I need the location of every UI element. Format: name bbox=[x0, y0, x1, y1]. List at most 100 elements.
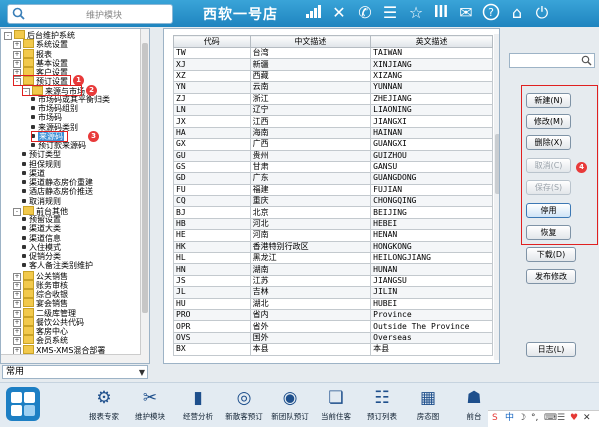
table-row[interactable]: HN 湖南 HUNAN bbox=[173, 263, 493, 276]
table-row[interactable]: GD 广东 GUANGDONG bbox=[173, 172, 493, 185]
tray-icon[interactable]: ✕ bbox=[583, 412, 591, 425]
room-status-icon: ▦ bbox=[419, 388, 437, 408]
cell-english-desc: Province bbox=[370, 308, 493, 322]
tree-item-label: 入住模式 bbox=[29, 242, 61, 252]
table-row[interactable]: ZJ 浙江 ZHEJIANG bbox=[173, 92, 493, 105]
table-row[interactable]: HL 黑龙江 HEILONGJIANG bbox=[173, 252, 493, 265]
table-search-input[interactable] bbox=[509, 53, 595, 68]
cell-code: JS bbox=[173, 274, 251, 288]
tree-item-label: 酒店静态房价推送 bbox=[29, 187, 93, 197]
download-button[interactable]: 下载(D) bbox=[526, 247, 576, 262]
chevron-down-icon[interactable]: ▼ bbox=[139, 367, 145, 379]
navigation-tree[interactable]: - 后台维护系统 + 系统设置 + 报表 + 基本设置 + 客户设置 - 预订设置 - 来源与市场 市场码或… bbox=[0, 28, 150, 364]
tools-icon[interactable]: ✕ bbox=[329, 3, 349, 23]
bottom-nav-item[interactable]: ◉ 新团队预订 bbox=[265, 385, 315, 425]
table-row[interactable]: OVS 国外 Overseas bbox=[173, 331, 493, 345]
table-row[interactable]: GS 甘肃 GANSU bbox=[173, 160, 493, 174]
favorites-dropdown[interactable]: 常用 ▼ bbox=[2, 365, 148, 379]
column-header-code[interactable]: 代码 bbox=[173, 35, 251, 48]
phone-icon[interactable]: ✆ bbox=[355, 3, 375, 23]
cell-english-desc: GUANGDONG bbox=[370, 172, 493, 185]
table-row[interactable]: BJ 北京 BEIJING bbox=[173, 206, 493, 219]
table-row[interactable]: JX 江西 JIANGXI bbox=[173, 115, 493, 128]
cancel-button[interactable]: 取消(C) bbox=[526, 158, 571, 173]
table-row[interactable]: BX 本县 本县 bbox=[173, 343, 493, 356]
table-row[interactable]: XJ 新疆 XINJIANG bbox=[173, 58, 493, 71]
table-row[interactable]: OPR 省外 Outside The Province bbox=[173, 320, 493, 333]
bottom-nav-item[interactable]: ✂ 维护模块 bbox=[125, 385, 175, 425]
cell-chinese-desc: 北京 bbox=[249, 206, 372, 219]
table-row[interactable]: HK 香港特别行政区 HONGKONG bbox=[173, 240, 493, 254]
table-row[interactable]: GU 贵州 GUIZHOU bbox=[173, 149, 493, 162]
table-row[interactable]: PRO 省内 Province bbox=[173, 308, 493, 322]
table-row[interactable]: FU 福建 FUJIAN bbox=[173, 183, 493, 197]
leaf-icon bbox=[22, 254, 26, 258]
group-booking-icon: ◉ bbox=[282, 388, 298, 408]
tray-icon[interactable]: ☽ bbox=[518, 412, 526, 425]
scrollbar-thumb[interactable] bbox=[495, 134, 499, 194]
column-header-chinese-desc[interactable]: 中文描述 bbox=[249, 35, 372, 48]
bottom-nav-item[interactable]: ▮ 经营分析 bbox=[173, 385, 223, 425]
disable-button[interactable]: 停用 bbox=[526, 203, 571, 218]
leaf-icon bbox=[22, 263, 26, 268]
bottom-nav-item[interactable]: ⚙ 报表专家 bbox=[79, 385, 129, 425]
table-row[interactable]: LN 辽宁 LIAONING bbox=[173, 103, 493, 117]
table-row[interactable]: HE 河南 HENAN bbox=[173, 229, 493, 242]
signal-icon[interactable] bbox=[304, 3, 324, 23]
table-row[interactable]: JS 江苏 JIANGSU bbox=[173, 274, 493, 288]
cell-code: OPR bbox=[173, 320, 251, 333]
tray-icon[interactable]: ☰ bbox=[557, 412, 565, 425]
home-icon[interactable]: ⌂ bbox=[507, 3, 527, 23]
tray-icon[interactable]: ♥ bbox=[570, 412, 578, 425]
cell-english-desc: FUJIAN bbox=[370, 183, 493, 197]
bottom-nav-item[interactable]: ☷ 预订列表 bbox=[357, 385, 407, 425]
collapse-icon[interactable]: - bbox=[4, 32, 12, 40]
power-icon[interactable]: ⏻ bbox=[532, 3, 552, 23]
column-header-english-desc[interactable]: 英文描述 bbox=[370, 35, 493, 48]
table-row[interactable]: HU 湖北 HUBEI bbox=[173, 297, 493, 311]
module-search-box[interactable]: 维护模块 bbox=[7, 4, 173, 24]
leaf-icon bbox=[22, 189, 26, 194]
table-scrollbar[interactable] bbox=[494, 34, 499, 360]
star-icon[interactable]: ☆ bbox=[406, 3, 426, 23]
table-row[interactable]: XZ 西藏 XIZANG bbox=[173, 69, 493, 83]
folder-icon bbox=[23, 326, 34, 335]
table-row[interactable]: JL 吉林 JILIN bbox=[173, 286, 493, 299]
delete-button[interactable]: 删除(X) bbox=[526, 135, 571, 150]
table-row[interactable]: TW 台湾 TAIWAN bbox=[173, 46, 493, 60]
table-row[interactable]: HB 河北 HEBEI bbox=[173, 217, 493, 231]
leaf-icon bbox=[22, 235, 26, 240]
cell-english-desc: CHONGQING bbox=[370, 195, 493, 208]
save-button[interactable]: 保存(S) bbox=[526, 180, 571, 195]
table-row[interactable]: YN 云南 YUNNAN bbox=[173, 81, 493, 94]
bottom-nav-item[interactable]: ❏ 当前住客 bbox=[311, 385, 361, 425]
cell-english-desc: HEBEI bbox=[370, 217, 493, 231]
cell-chinese-desc: 吉林 bbox=[249, 286, 372, 299]
new-button[interactable]: 新建(N) bbox=[526, 93, 571, 108]
collapse-icon[interactable]: - bbox=[13, 207, 21, 216]
tray-icon[interactable]: °, bbox=[531, 412, 538, 425]
tray-icon[interactable]: 中 bbox=[505, 412, 514, 425]
publish-changes-button[interactable]: 发布修改 bbox=[526, 269, 576, 284]
cell-chinese-desc: 省外 bbox=[249, 320, 372, 333]
columns-icon[interactable] bbox=[431, 3, 451, 23]
bottom-nav-item[interactable]: ▦ 房态图 bbox=[403, 385, 453, 425]
restore-button[interactable]: 恢复 bbox=[526, 225, 571, 240]
search-icon bbox=[12, 7, 25, 20]
help-icon[interactable]: ? bbox=[481, 3, 501, 23]
app-logo[interactable] bbox=[6, 387, 40, 421]
tree-scrollbar[interactable] bbox=[140, 29, 149, 363]
bottom-nav-item[interactable]: ◎ 新散客预订 bbox=[219, 385, 269, 425]
scrollbar-thumb[interactable] bbox=[142, 43, 148, 313]
folder-icon bbox=[23, 298, 34, 308]
table-row[interactable]: CQ 重庆 CHONGQING bbox=[173, 195, 493, 208]
tray-icon[interactable]: ⌨ bbox=[544, 412, 557, 425]
tree-horizontal-scrollbar[interactable] bbox=[1, 354, 141, 363]
mail-icon[interactable]: ✉ bbox=[456, 3, 476, 23]
table-row[interactable]: GX 广西 GUANGXI bbox=[173, 138, 493, 151]
log-button[interactable]: 日志(L) bbox=[526, 342, 576, 357]
list-icon[interactable]: ☰ bbox=[380, 3, 400, 23]
tray-icon[interactable]: S bbox=[492, 412, 498, 425]
table-row[interactable]: HA 海南 HAINAN bbox=[173, 126, 493, 140]
modify-button[interactable]: 修改(M) bbox=[526, 114, 571, 129]
